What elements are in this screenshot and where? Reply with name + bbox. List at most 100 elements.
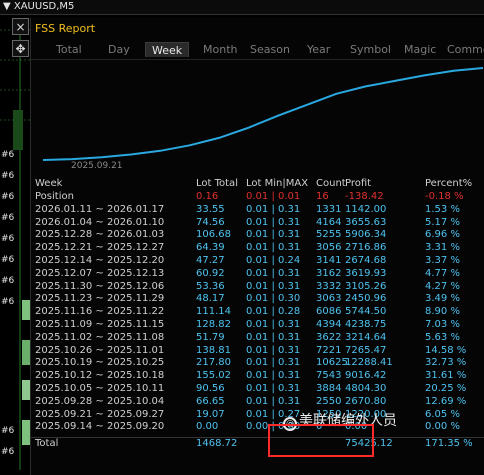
tab-comment[interactable]: Commen — [441, 42, 484, 57]
order-label: #6 — [1, 297, 15, 307]
profit-cell: 1142.00 — [345, 203, 387, 215]
count-cell: 7221 — [316, 344, 342, 356]
profit-cell: 12288.41 — [345, 357, 393, 369]
move-icon: ✥ — [15, 42, 26, 56]
percent-cell: -0.18 % — [425, 191, 464, 202]
tab-magic[interactable]: Magic — [398, 42, 442, 57]
week-cell: 2025.10.26 ~ 2025.11.01 — [35, 344, 165, 356]
tab-week[interactable]: Week — [145, 42, 190, 57]
order-label: #6 — [1, 234, 15, 244]
percent-cell: 31.61 % — [425, 370, 467, 382]
lot-minmax-cell: 0.01 | 0.31 — [246, 242, 301, 254]
lot-minmax-cell: 0.01 | 0.31 — [246, 229, 301, 241]
percent-cell: 0.00 % — [425, 421, 460, 433]
week-cell: 2025.11.16 ~ 2025.11.22 — [35, 306, 165, 318]
tab-month[interactable]: Month — [197, 42, 243, 57]
count-cell: 3162 — [316, 267, 342, 279]
panel-title: FSS Report — [35, 22, 96, 35]
tab-day[interactable]: Day — [102, 42, 136, 57]
count-cell: 6086 — [316, 306, 342, 318]
percent-cell: 4.27 % — [425, 280, 460, 292]
move-panel-handle[interactable]: ✥ — [12, 40, 29, 57]
count-cell: 1331 — [316, 203, 342, 215]
lot-minmax-cell: 0.01 | 0.31 — [246, 319, 301, 330]
profit-cell: 2674.68 — [345, 255, 387, 266]
lot-minmax-cell: 0.01 | 0.31 — [246, 383, 301, 394]
lot-total-cell: 53.36 — [196, 280, 225, 292]
order-label: #6 — [1, 192, 15, 202]
lot-total-cell: 111.14 — [196, 306, 231, 318]
percent-cell: 32.73 % — [425, 357, 467, 369]
lot-total-cell: 0.00 — [196, 421, 219, 433]
tab-symbol[interactable]: Symbol — [344, 42, 397, 57]
week-cell: 2025.10.05 ~ 2025.10.11 — [35, 383, 165, 394]
percent-cell: 6.05 % — [425, 408, 460, 420]
table-row: 2025.09.14 ~ 2025.09.20 0.00 0.00 | 0.00 0 0… — [31, 421, 484, 433]
week-cell: 2025.09.21 ~ 2025.09.27 — [35, 408, 165, 420]
week-cell: 2025.12.14 ~ 2025.12.20 — [35, 255, 165, 266]
week-cell: 2025.10.12 ~ 2025.10.18 — [35, 370, 165, 382]
percent-cell: 6.96 % — [425, 229, 460, 241]
count-cell: 4164 — [316, 216, 342, 228]
profit-cell: 3655.63 — [345, 216, 387, 228]
table-row: 2025.12.28 ~ 2026.01.03 106.68 0.01 | 0.31… — [31, 229, 484, 241]
total-profit-highlight-box — [268, 424, 374, 457]
table-row: 2025.11.09 ~ 2025.11.15 128.82 0.01 | 0.31… — [31, 319, 484, 331]
tab-season[interactable]: Season — [244, 42, 296, 57]
header-count: Count — [316, 178, 346, 189]
profit-cell: 3214.64 — [345, 331, 387, 343]
week-cell: Position — [35, 191, 74, 202]
percent-cell: 3.49 % — [425, 293, 460, 305]
lot-minmax-cell: 0.01 | 0.31 — [246, 203, 301, 215]
table-row: 2025.12.21 ~ 2025.12.27 64.39 0.01 | 0.31 3… — [31, 242, 484, 254]
count-cell: 2550 — [316, 395, 342, 407]
close-icon: × — [15, 20, 26, 34]
percent-cell: 14.58 % — [425, 344, 467, 356]
count-cell: 4394 — [316, 319, 342, 330]
table-row: 2025.10.26 ~ 2025.11.01 138.81 0.01 | 0.31… — [31, 345, 484, 357]
header-lot-total: Lot Total — [196, 178, 238, 189]
lot-total-cell: 66.65 — [196, 395, 225, 407]
table-row: 2025.09.21 ~ 2025.09.27 19.07 0.01 | 0.27 1… — [31, 409, 484, 421]
tab-total[interactable]: Total — [50, 42, 88, 57]
lot-total-cell: 64.39 — [196, 242, 225, 254]
close-panel-button[interactable]: × — [12, 18, 29, 35]
profit-cell: 4238.75 — [345, 319, 387, 330]
profit-cell: 4804.30 — [345, 383, 387, 394]
lot-minmax-cell: 0.01 | 0.31 — [246, 216, 301, 228]
count-cell: 10625 — [316, 357, 348, 369]
table-row: 2025.09.28 ~ 2025.10.04 66.65 0.01 | 0.31 2… — [31, 396, 484, 408]
count-cell: 3063 — [316, 293, 342, 305]
symbol-label: ▼ XAUUSD,M5 — [3, 1, 75, 12]
lot-total-cell: 217.80 — [196, 357, 231, 369]
order-label: #6 — [1, 426, 15, 436]
percent-cell: 12.69 % — [425, 395, 467, 407]
lot-minmax-cell: 0.01 | 0.28 — [246, 306, 301, 318]
count-cell: 3884 — [316, 383, 342, 394]
lot-total-cell: 33.55 — [196, 203, 225, 215]
count-cell: 7543 — [316, 370, 342, 382]
table-row: 2025.11.30 ~ 2025.12.06 53.36 0.01 | 0.31 3… — [31, 281, 484, 293]
position-row: Position 0.16 0.01 | 0.01 16 -138.42 -0.18 % — [31, 191, 484, 203]
profit-cell: 2450.96 — [345, 293, 387, 305]
lot-total-cell: 74.56 — [196, 216, 225, 228]
tab-year[interactable]: Year — [301, 42, 336, 57]
week-cell: 2026.01.11 ~ 2026.01.17 — [35, 203, 165, 215]
percent-cell: 5.17 % — [425, 216, 460, 228]
equity-start-date: 2025.09.21 — [71, 161, 123, 171]
profit-cell: 2670.80 — [345, 395, 387, 407]
table-total-row: Total 1468.72 75425.12 171.35 % — [31, 437, 484, 450]
fss-report-panel: FSS Report Total Day Week Month Season Y… — [30, 18, 484, 475]
profit-cell: 7265.47 — [345, 344, 387, 356]
percent-cell: 3.31 % — [425, 242, 460, 254]
percent-cell: 8.90 % — [425, 306, 460, 318]
order-label: #6 — [1, 213, 15, 223]
lot-total-cell: 51.79 — [196, 331, 225, 343]
count-cell: 3622 — [316, 331, 342, 343]
count-cell: 16 — [316, 191, 329, 202]
lot-total-cell: 1468.72 — [196, 438, 238, 450]
week-cell: 2025.12.28 ~ 2026.01.03 — [35, 229, 165, 241]
profit-cell: 3619.93 — [345, 267, 387, 279]
order-label: #6 — [1, 255, 15, 265]
symbol-bar: ▼ XAUUSD,M5 — [0, 0, 484, 15]
